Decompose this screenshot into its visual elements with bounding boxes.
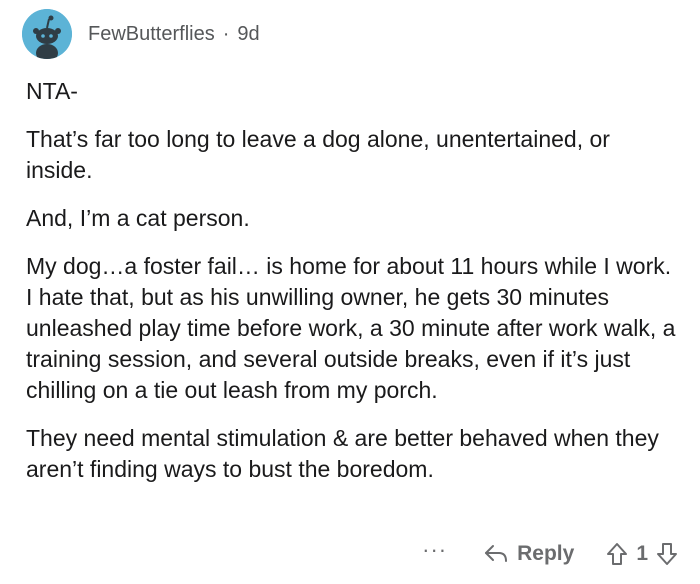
comment-paragraph: My dog…a foster fail… is home for about …: [26, 253, 684, 403]
snoo-avatar-icon: [22, 9, 72, 59]
reply-arrow-icon: [485, 545, 508, 562]
comment-age: 9d: [237, 22, 260, 45]
comment-body: NTA- That’s far too long to leave a dog …: [26, 76, 676, 502]
comment-header: FewButterflies · 9d: [22, 8, 260, 60]
comment: FewButterflies · 9d NTA- That’s far too …: [0, 0, 700, 584]
upvote-button[interactable]: [606, 542, 628, 566]
more-options-button[interactable]: ···: [422, 539, 447, 561]
comment-paragraph: They need mental stimulation & are bette…: [26, 425, 666, 482]
meta-separator: ·: [222, 22, 230, 45]
comment-paragraph: That’s far too long to leave a dog alone…: [26, 126, 617, 183]
comment-paragraph: NTA-: [26, 78, 78, 104]
comment-actions: ··· Reply 1: [422, 536, 678, 572]
username[interactable]: FewButterflies: [88, 23, 215, 46]
vote-controls: 1: [606, 542, 678, 566]
reply-label: Reply: [517, 542, 575, 565]
downvote-arrow-icon: [657, 543, 677, 565]
upvote-arrow-icon: [607, 543, 628, 565]
avatar[interactable]: [22, 9, 72, 59]
vote-count: 1: [636, 542, 648, 565]
comment-paragraph: And, I’m a cat person.: [26, 205, 250, 231]
downvote-button[interactable]: [656, 542, 678, 566]
reply-button[interactable]: Reply: [483, 542, 574, 566]
